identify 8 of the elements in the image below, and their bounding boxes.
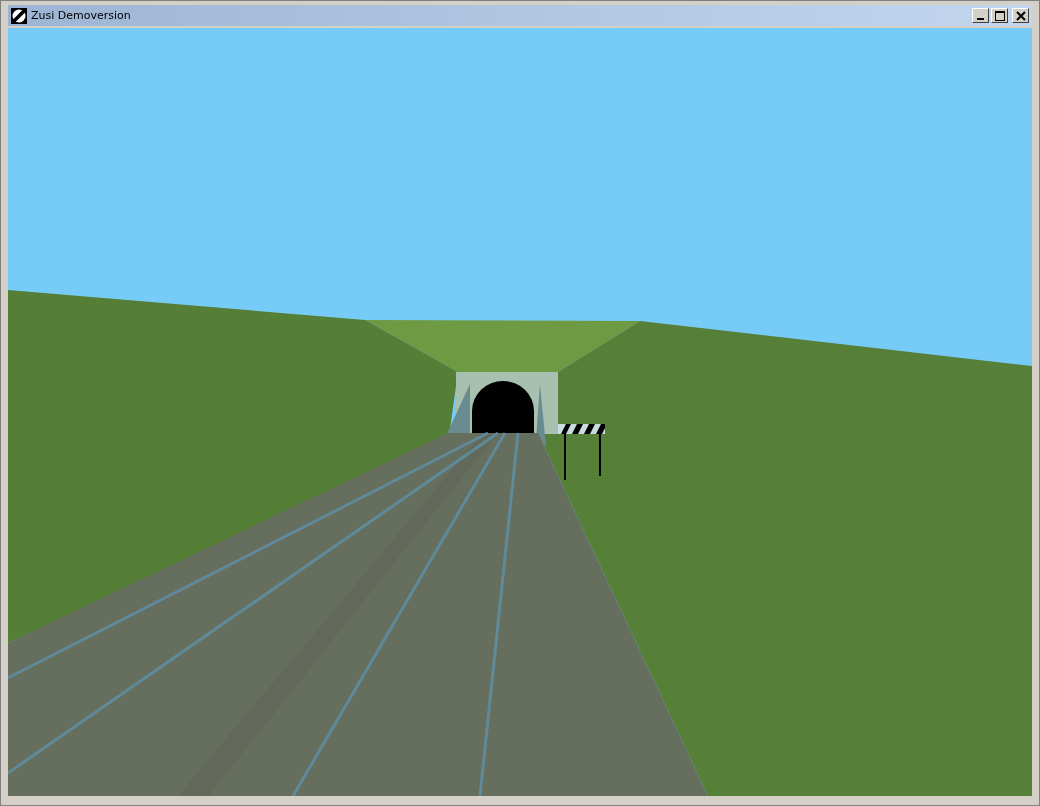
maximize-button[interactable]: [991, 8, 1008, 23]
close-icon: [1015, 10, 1026, 21]
close-button[interactable]: [1012, 8, 1029, 23]
minimize-icon: [977, 18, 984, 20]
maximize-icon: [994, 10, 1005, 21]
app-icon: [11, 7, 27, 24]
window-title: Zusi Demoversion: [31, 9, 131, 22]
minimize-button[interactable]: [972, 8, 989, 23]
